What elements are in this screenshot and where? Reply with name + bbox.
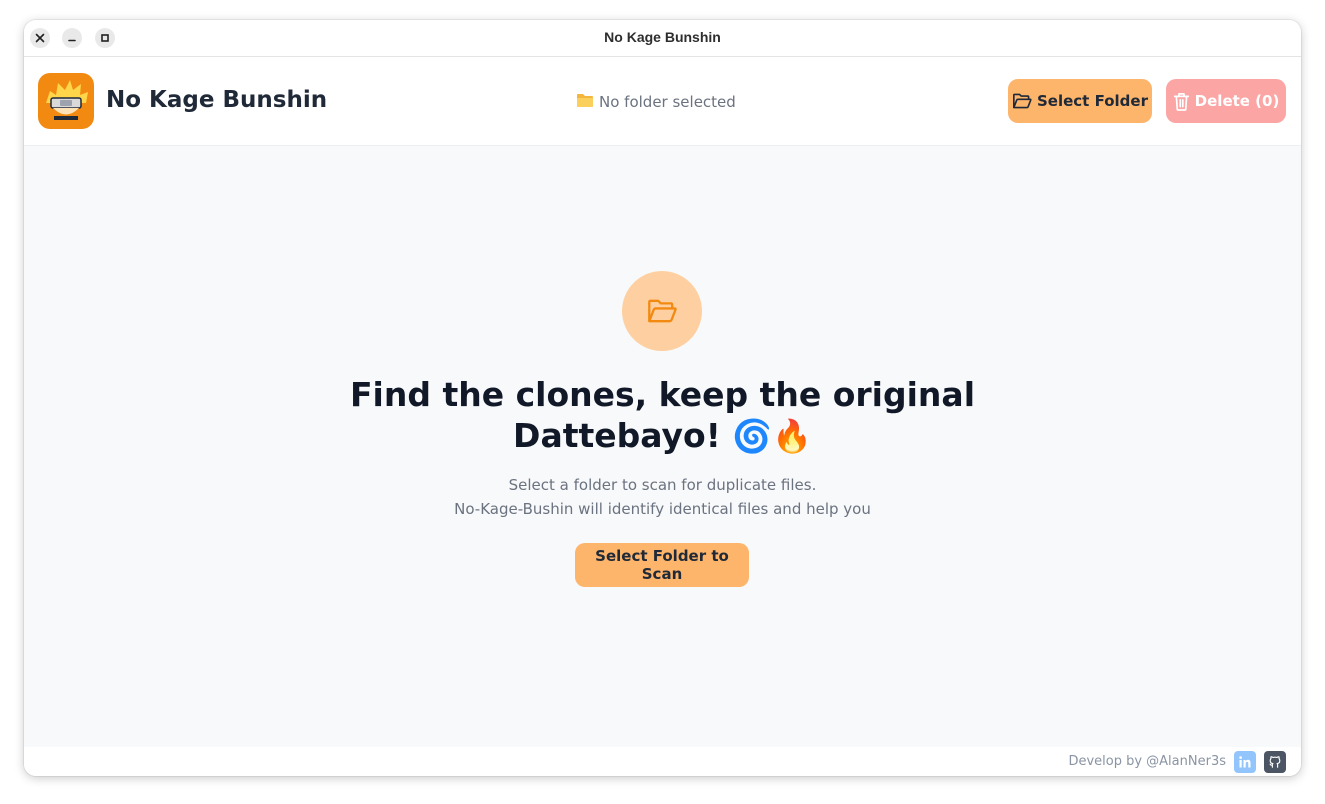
headline-dattebayo: Dattebayo! [513, 416, 721, 455]
headline: Find the clones, keep the original Datte… [24, 374, 1301, 457]
delete-button[interactable]: Delete (0) [1166, 79, 1286, 123]
description-line-2: No-Kage-Bushin will identify identical f… [454, 500, 871, 518]
main-content: Find the clones, keep the original Datte… [24, 146, 1301, 747]
app-name: No Kage Bunshin [106, 87, 328, 113]
description: Select a folder to scan for duplicate fi… [24, 473, 1301, 521]
description-line-1: Select a folder to scan for duplicate fi… [508, 476, 817, 494]
github-icon[interactable] [1264, 751, 1286, 773]
footer: Develop by @AlanNer3s [24, 747, 1301, 776]
linkedin-icon[interactable] [1234, 751, 1256, 773]
swirl-fire-emoji-icon: 🌀🔥 [732, 417, 812, 455]
folder-status-text: No folder selected [599, 93, 736, 111]
window-title: No Kage Bunshin [604, 29, 721, 45]
select-folder-button[interactable]: Select Folder [1008, 79, 1152, 123]
folder-open-icon [622, 271, 702, 351]
trash-icon [1173, 92, 1189, 111]
folder-open-icon [1012, 93, 1032, 109]
delete-label: Delete (0) [1194, 92, 1280, 110]
headline-line-1: Find the clones, keep the original [349, 375, 976, 414]
folder-emoji-icon [576, 92, 594, 112]
app-window: No Kage Bunshin No Kage Bunshin No folde… [24, 20, 1301, 776]
headline-line-2: Dattebayo! 🌀🔥 [24, 415, 1301, 457]
folder-status: No folder selected [576, 92, 736, 112]
select-folder-to-scan-button[interactable]: Select Folder to Scan [575, 543, 749, 587]
app-header: No Kage Bunshin No folder selected Selec… [24, 57, 1301, 146]
developer-credit: Develop by @AlanNer3s [1068, 754, 1226, 769]
naruto-logo-icon [38, 73, 94, 129]
select-folder-label: Select Folder [1037, 92, 1148, 110]
title-bar: No Kage Bunshin [24, 20, 1301, 57]
